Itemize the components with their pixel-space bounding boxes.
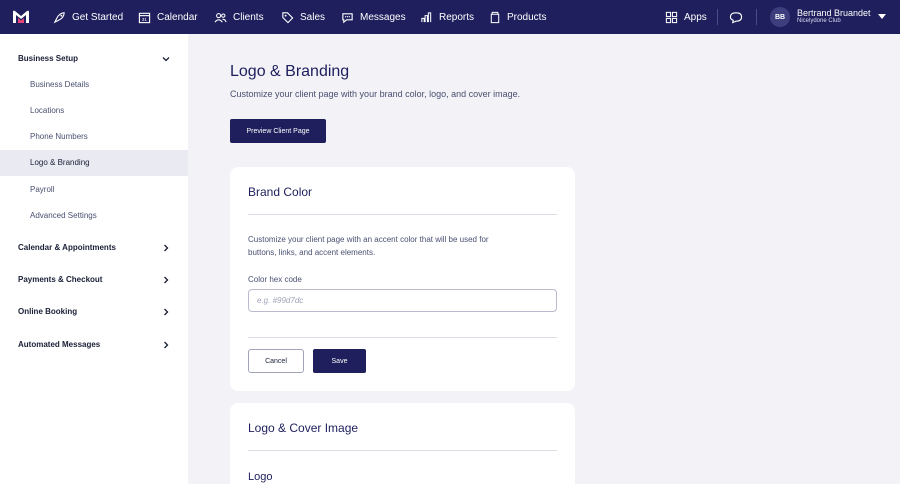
sidebar-section-calendar-appointments[interactable]: Calendar & Appointments <box>18 243 116 252</box>
nav-divider <box>717 9 718 25</box>
cancel-button[interactable]: Cancel <box>248 349 304 373</box>
sidebar-item-logo-branding[interactable]: Logo & Branding <box>30 158 90 167</box>
nav-get-started[interactable]: Get Started <box>53 0 123 34</box>
user-name[interactable]: Bertrand Bruandet <box>797 8 871 18</box>
color-hex-input[interactable] <box>248 289 557 312</box>
card-divider <box>248 337 557 338</box>
nav-calendar[interactable]: 31 Calendar <box>138 0 198 34</box>
chat-icon <box>342 12 353 23</box>
brand-color-card: Brand Color Customize your client page w… <box>230 167 575 391</box>
sidebar-item-locations[interactable]: Locations <box>30 106 64 115</box>
sidebar-section-automated-messages[interactable]: Automated Messages <box>18 340 100 349</box>
nav-reports[interactable]: Reports <box>420 0 474 34</box>
nav-messages-label: Messages <box>360 11 406 23</box>
page-title: Logo & Branding <box>230 63 350 80</box>
logo-label: Logo <box>248 471 273 483</box>
nav-messages[interactable]: Messages <box>341 0 406 34</box>
sidebar-section-online-booking[interactable]: Online Booking <box>18 307 77 316</box>
logo-cover-card: Logo & Cover Image Logo <box>230 403 575 484</box>
card-divider <box>248 450 557 451</box>
nav-products[interactable]: Products <box>489 0 546 34</box>
save-button[interactable]: Save <box>313 349 366 373</box>
nav-divider <box>756 9 757 25</box>
nav-get-started-label: Get Started <box>72 11 124 23</box>
nav-products-label: Products <box>507 11 547 23</box>
nav-apps[interactable]: Apps <box>665 0 707 34</box>
sidebar-item-advanced-settings[interactable]: Advanced Settings <box>30 211 97 220</box>
sidebar-item-payroll[interactable]: Payroll <box>30 185 54 194</box>
brand-logo-icon[interactable] <box>12 9 30 24</box>
logo-cover-title: Logo & Cover Image <box>248 421 359 435</box>
top-navigation-bar: Get Started 31 Calendar Clients Sales Me… <box>0 0 900 34</box>
clients-icon <box>214 12 227 22</box>
business-name: Nicelydone Club <box>797 18 841 24</box>
chevron-right-icon[interactable] <box>162 341 170 349</box>
page-subtitle: Customize your client page with your bra… <box>230 89 521 99</box>
chevron-right-icon[interactable] <box>162 244 170 252</box>
nav-chat-button[interactable] <box>729 0 749 34</box>
tag-icon <box>282 11 294 23</box>
sidebar-item-phone-numbers[interactable]: Phone Numbers <box>30 132 88 141</box>
nav-clients-label: Clients <box>233 11 264 23</box>
rocket-icon <box>53 11 65 23</box>
brand-color-title: Brand Color <box>248 185 313 199</box>
chart-icon <box>421 11 432 22</box>
chat-bubble-icon <box>729 11 743 24</box>
settings-sidebar: Business Setup Business Details Location… <box>0 34 188 484</box>
avatar[interactable]: BB <box>770 7 790 27</box>
brand-color-description: Customize your client page with an accen… <box>248 235 489 257</box>
sidebar-item-business-details[interactable]: Business Details <box>30 80 89 89</box>
sidebar-section-business-setup[interactable]: Business Setup <box>18 54 78 63</box>
sidebar-section-payments-checkout[interactable]: Payments & Checkout <box>18 275 102 284</box>
nav-apps-label: Apps <box>684 11 707 23</box>
sidebar-active-highlight <box>0 150 188 176</box>
calendar-icon: 31 <box>138 12 151 23</box>
chevron-down-icon[interactable] <box>162 55 170 63</box>
apps-grid-icon <box>665 11 678 23</box>
nav-reports-label: Reports <box>439 11 475 23</box>
color-hex-label: Color hex code <box>248 275 302 284</box>
nav-sales-label: Sales <box>300 11 326 23</box>
svg-text:31: 31 <box>142 17 148 22</box>
box-icon <box>490 11 500 23</box>
chevron-right-icon[interactable] <box>162 276 170 284</box>
nav-sales[interactable]: Sales <box>281 0 325 34</box>
card-divider <box>248 214 557 215</box>
nav-clients[interactable]: Clients <box>214 0 264 34</box>
chevron-right-icon[interactable] <box>162 308 170 316</box>
preview-client-page-button[interactable]: Preview Client Page <box>230 119 326 143</box>
account-dropdown-caret-icon[interactable] <box>878 14 886 19</box>
nav-calendar-label: Calendar <box>157 11 198 23</box>
